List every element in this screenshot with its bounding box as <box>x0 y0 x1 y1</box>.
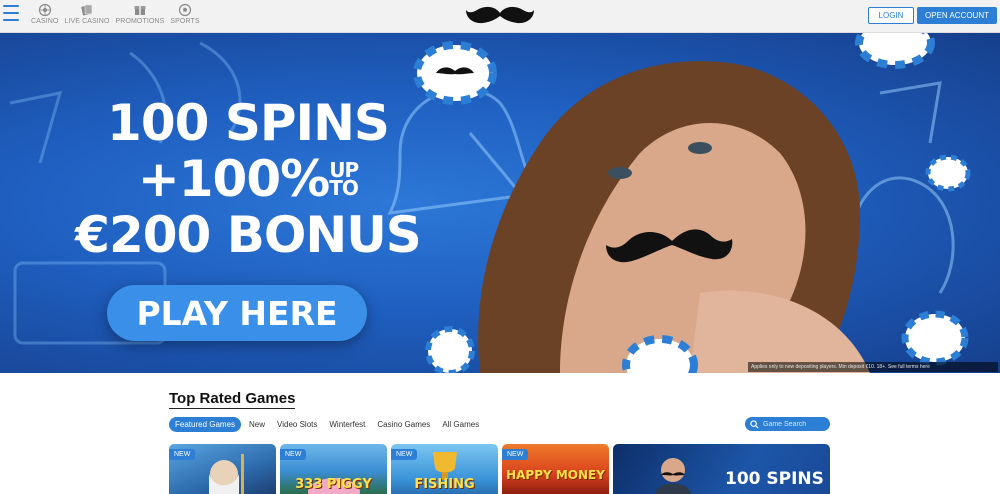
game-cards: NEW NEW 333 PIGGY NEW FISHING NEW HAPPY … <box>169 444 830 494</box>
terms-disclaimer[interactable]: Applies only to new depositing players. … <box>748 362 998 372</box>
mustache-logo-icon[interactable] <box>465 4 535 28</box>
tab-winterfest[interactable]: Winterfest <box>325 417 369 432</box>
search-icon <box>750 419 759 429</box>
game-category-tabs: Featured Games New Video Slots Winterfes… <box>169 417 483 432</box>
headline-line-2: +100%UP TO <box>58 151 438 207</box>
nav-item-live-casino[interactable]: LIVE CASINO <box>61 3 112 25</box>
game-card[interactable]: NEW <box>169 444 276 494</box>
game-card[interactable]: NEW FISHING <box>391 444 498 494</box>
tab-casino-games[interactable]: Casino Games <box>373 417 434 432</box>
hero-headline: 100 SPINS +100%UP TO €200 BONUS <box>58 95 438 263</box>
new-badge: NEW <box>169 449 196 460</box>
headline-line-1: 100 SPINS <box>107 94 390 152</box>
play-here-button[interactable]: PLAY HERE <box>107 285 367 341</box>
nav-label: LIVE CASINO <box>64 18 110 25</box>
new-badge: NEW <box>391 449 418 460</box>
cards-icon <box>81 4 93 16</box>
promo-card[interactable]: 100 SPINS <box>613 444 830 494</box>
nav-item-promotions[interactable]: PROMOTIONS <box>113 3 168 25</box>
nav-item-sports[interactable]: SPORTS <box>167 3 202 25</box>
nav-label: SPORTS <box>170 18 200 25</box>
poker-chip-icon <box>413 41 497 105</box>
football-icon <box>178 3 192 17</box>
game-title: HAPPY MONEY <box>506 468 605 482</box>
promo-card-text: 100 SPINS <box>725 469 824 489</box>
game-card[interactable]: NEW HAPPY MONEY <box>502 444 609 494</box>
top-rated-games-section: Top Rated Games Featured Games New Video… <box>0 373 1000 494</box>
section-title: Top Rated Games <box>169 390 296 409</box>
tab-featured-games[interactable]: Featured Games <box>169 417 242 432</box>
hamburger-menu-icon[interactable] <box>3 5 19 23</box>
headline-up-to: UP TO <box>329 158 359 200</box>
tab-all-games[interactable]: All Games <box>438 417 483 432</box>
headline-line-3: €200 BONUS <box>75 206 422 264</box>
game-title: 333 PIGGY <box>295 477 372 492</box>
game-title: FISHING <box>414 477 475 492</box>
tab-video-slots[interactable]: Video Slots <box>273 417 321 432</box>
roulette-icon <box>38 3 51 17</box>
open-account-button[interactable]: OPEN ACCOUNT <box>917 7 997 24</box>
tab-new[interactable]: New <box>245 417 269 432</box>
game-search[interactable] <box>745 417 830 431</box>
gift-icon <box>134 6 146 15</box>
main-nav: CASINO LIVE CASINO PROMOTIONS SPORTS <box>28 3 203 25</box>
login-button[interactable]: LOGIN <box>868 7 914 24</box>
nav-item-casino[interactable]: CASINO <box>28 3 61 25</box>
hero-banner[interactable]: 100 SPINS +100%UP TO €200 BONUS PLAY HERE <box>0 33 1000 373</box>
page: CASINO LIVE CASINO PROMOTIONS SPORTS LOG… <box>0 0 1000 494</box>
nav-label: PROMOTIONS <box>115 18 165 25</box>
headline-percent: +100% <box>137 150 330 208</box>
nav-label: CASINO <box>31 18 59 25</box>
search-input[interactable] <box>763 420 827 428</box>
top-header: CASINO LIVE CASINO PROMOTIONS SPORTS LOG… <box>0 0 1000 33</box>
game-card[interactable]: NEW 333 PIGGY <box>280 444 387 494</box>
new-badge: NEW <box>280 449 307 460</box>
new-badge: NEW <box>502 449 529 460</box>
